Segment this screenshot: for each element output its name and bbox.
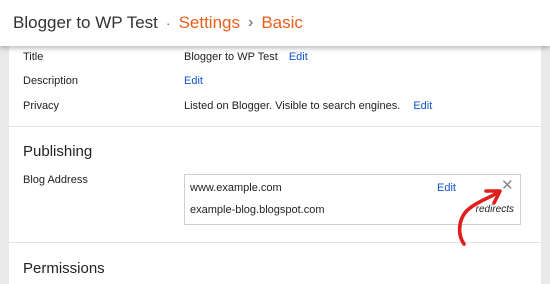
section-divider xyxy=(9,126,541,127)
settings-crumb[interactable]: Settings xyxy=(179,13,240,33)
page-header: Blogger to WP Test · Settings › Basic xyxy=(0,0,550,46)
blog-name-crumb[interactable]: Blogger to WP Test xyxy=(13,13,158,33)
privacy-edit-link[interactable]: Edit xyxy=(413,100,432,112)
blogspot-address-value: example-blog.blogspot.com xyxy=(190,204,325,216)
privacy-value-group: Listed on Blogger. Visible to search eng… xyxy=(184,100,432,112)
title-label: Title xyxy=(23,51,44,63)
title-value-group: Blogger to WP Test Edit xyxy=(184,51,308,63)
breadcrumb-arrow: › xyxy=(248,14,254,31)
privacy-value: Listed on Blogger. Visible to search eng… xyxy=(184,100,401,112)
blog-address-label: Blog Address xyxy=(23,174,88,186)
breadcrumb-separator: · xyxy=(165,15,171,31)
title-value: Blogger to WP Test xyxy=(184,51,278,63)
title-edit-link[interactable]: Edit xyxy=(289,51,308,63)
permissions-heading: Permissions xyxy=(23,260,105,277)
privacy-label: Privacy xyxy=(23,100,60,112)
hand-drawn-arrow-icon xyxy=(457,189,502,246)
blogger-settings-page: Blogger to WP Test · Settings › Basic Ti… xyxy=(0,0,550,284)
description-edit-link[interactable]: Edit xyxy=(184,75,203,87)
publishing-heading: Publishing xyxy=(23,143,93,160)
basic-crumb: Basic xyxy=(261,13,303,32)
custom-domain-value: www.example.com xyxy=(190,182,282,194)
description-label: Description xyxy=(23,75,79,87)
